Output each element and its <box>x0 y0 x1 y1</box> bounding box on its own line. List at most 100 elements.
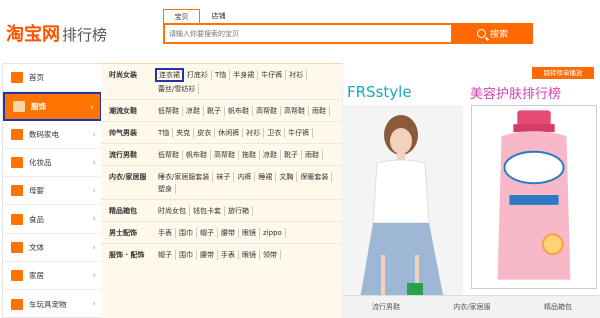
category-row: 男士配饰 手表 围巾 帽子 腰带 眼镜 zippo <box>101 222 342 244</box>
sidebar-item-home[interactable]: 首页 <box>3 64 102 93</box>
category-link[interactable]: 衬衫 <box>243 128 265 138</box>
category-link[interactable]: 手表 <box>218 250 239 260</box>
promo-tab-bags[interactable]: 精品箱包 <box>515 296 600 318</box>
category-link[interactable]: 拖鞋 <box>239 150 260 160</box>
category-link[interactable]: 腰带 <box>218 228 239 238</box>
category-sidebar: 首页 服饰 › 数码家电 › 化妆品 › 母婴 › 食品 › 文体 › 家居 › 车玩具宠物 › <box>2 63 103 318</box>
category-link[interactable]: 帆布鞋 <box>183 150 211 160</box>
search-input[interactable] <box>165 25 451 42</box>
category-row: 潮流女鞋 低帮鞋 凉鞋 靴子 帆布鞋 高帮鞋 高帮鞋 雨鞋 <box>101 100 342 122</box>
category-link[interactable]: T恤 <box>155 128 174 138</box>
sidebar-item-food[interactable]: 食品 › <box>3 205 102 234</box>
category-link[interactable]: 凉鞋 <box>260 150 281 160</box>
sunscreen-product-photo[interactable] <box>471 105 597 289</box>
sidebar-item-baby[interactable]: 母婴 › <box>3 177 102 206</box>
sidebar-item-label: 母婴 <box>29 186 44 196</box>
site-logo[interactable]: 淘宝网 排行榜 <box>6 20 107 45</box>
model-photo[interactable] <box>343 105 463 318</box>
promo-tab-underwear[interactable]: 内衣/家居服 <box>429 296 515 318</box>
promo-tab-men-shoes[interactable]: 流行男鞋 <box>343 296 429 318</box>
sidebar-item-cosmetics[interactable]: 化妆品 › <box>3 149 102 178</box>
category-link[interactable]: 蕾丝/雪纺衫 <box>155 84 200 94</box>
promo-tabs: 流行男鞋 内衣/家居服 精品箱包 <box>343 295 600 318</box>
category-link[interactable]: 牛仔裤 <box>285 128 314 138</box>
category-link[interactable]: 雨鞋 <box>309 106 330 116</box>
category-link[interactable]: 时尚女包 <box>155 206 190 216</box>
category-link[interactable]: 眼镜 <box>239 250 260 260</box>
category-link[interactable]: 旅行箱 <box>225 206 253 216</box>
category-link[interactable]: T恤 <box>212 70 231 80</box>
promo-label-skincare[interactable]: 美容护肤排行榜 <box>470 83 561 102</box>
category-link[interactable]: 牛仔裤 <box>258 70 287 80</box>
category-link[interactable]: 帽子 <box>197 228 218 238</box>
category-link[interactable]: 休闲裤 <box>215 128 244 138</box>
category-link[interactable]: 低帮鞋 <box>155 150 183 160</box>
promo-label-style[interactable]: FRSstyle <box>347 83 412 101</box>
sidebar-item-sports[interactable]: 文体 › <box>3 234 102 263</box>
category-link[interactable]: 凉鞋 <box>183 106 204 116</box>
category-link[interactable]: 夹克 <box>173 128 195 138</box>
category-link[interactable]: 文胸 <box>276 172 298 182</box>
category-link[interactable]: 低帮鞋 <box>155 106 183 116</box>
search-icon <box>476 29 486 38</box>
category-link[interactable]: 领带 <box>260 250 281 260</box>
category-links: 手表 围巾 帽子 腰带 眼镜 zippo <box>155 227 342 239</box>
category-link[interactable]: 靴子 <box>281 150 302 160</box>
category-link[interactable]: 雨鞋 <box>302 150 323 160</box>
category-link[interactable]: 高帮鞋 <box>253 106 281 116</box>
category-link[interactable]: 围巾 <box>176 228 197 238</box>
chevron-right-icon: › <box>92 299 96 310</box>
search-button[interactable]: 搜索 <box>452 23 533 44</box>
category-link[interactable]: 帆布鞋 <box>225 106 253 116</box>
baby-icon <box>11 185 23 197</box>
category-link[interactable]: 袜子 <box>213 172 235 182</box>
category-link[interactable]: 保暖套装 <box>297 172 333 182</box>
sidebar-item-label: 数码家电 <box>29 129 59 139</box>
category-row: 流行男鞋 低帮鞋 帆布鞋 高帮鞋 拖鞋 凉鞋 靴子 雨鞋 <box>101 144 342 166</box>
category-link[interactable]: 钱包卡套 <box>190 206 225 216</box>
category-link[interactable]: 高帮鞋 <box>211 150 239 160</box>
chevron-right-icon: › <box>92 271 96 282</box>
sidebar-item-label: 食品 <box>29 214 44 224</box>
sidebar-item-electronics[interactable]: 数码家电 › <box>3 121 102 149</box>
category-link[interactable]: zippo <box>260 228 286 238</box>
category-links: 连衣裙 打底衫 T恤 半身裙 牛仔裤 衬衫 蕾丝/雪纺衫 <box>155 68 342 95</box>
sidebar-item-apparel[interactable]: 服饰 › <box>3 92 102 121</box>
search-tab-shops[interactable]: 店铺 <box>200 9 237 24</box>
category-link[interactable]: 手表 <box>155 228 176 238</box>
sidebar-item-label: 文体 <box>29 242 44 252</box>
search-box <box>163 23 453 44</box>
category-link[interactable]: 高帮鞋 <box>281 106 309 116</box>
category-link[interactable]: 衬衫 <box>286 70 308 80</box>
car-toys-icon <box>11 298 23 310</box>
category-link-dresses[interactable]: 连衣裙 <box>155 68 184 82</box>
category-link[interactable]: 半身裙 <box>230 70 259 80</box>
home-living-icon <box>11 270 23 282</box>
category-title: 潮流女鞋 <box>109 107 137 115</box>
category-link[interactable]: 眼镜 <box>239 228 260 238</box>
home-icon <box>11 72 23 84</box>
category-title: 男士配饰 <box>109 229 137 237</box>
category-link[interactable]: 打底衫 <box>184 70 212 80</box>
logo-main-text: 淘宝网 <box>6 24 60 45</box>
sidebar-item-car-toys-pets[interactable]: 车玩具宠物 › <box>3 290 102 318</box>
sidebar-item-label: 家居 <box>29 271 44 281</box>
category-panel: 时尚女装 连衣裙 打底衫 T恤 半身裙 牛仔裤 衬衫 蕾丝/雪纺衫 潮流女鞋 低… <box>101 63 342 318</box>
chevron-right-icon: › <box>92 242 96 253</box>
sidebar-item-home-living[interactable]: 家居 › <box>3 262 102 291</box>
category-link[interactable]: 睡衣/家居服套装 <box>155 172 214 182</box>
category-link[interactable]: 卫衣 <box>264 128 286 138</box>
category-link[interactable]: 内裤 <box>234 172 256 182</box>
category-link[interactable]: 塑身 <box>155 184 176 194</box>
search-tab-items[interactable]: 宝贝 <box>163 9 200 24</box>
category-link[interactable]: 围巾 <box>176 250 197 260</box>
ranking-jump-button[interactable]: 跳转榜单播放 <box>532 67 594 79</box>
category-link[interactable]: 帽子 <box>155 250 176 260</box>
category-link[interactable]: 皮衣 <box>194 128 216 138</box>
category-title: 时尚女装 <box>109 71 137 79</box>
category-link[interactable]: 睡裙 <box>255 172 277 182</box>
category-link[interactable]: 腰带 <box>197 250 218 260</box>
category-links: T恤 夹克 皮衣 休闲裤 衬衫 卫衣 牛仔裤 <box>155 127 342 139</box>
category-link[interactable]: 靴子 <box>204 106 225 116</box>
category-title: 帅气男装 <box>109 129 137 137</box>
